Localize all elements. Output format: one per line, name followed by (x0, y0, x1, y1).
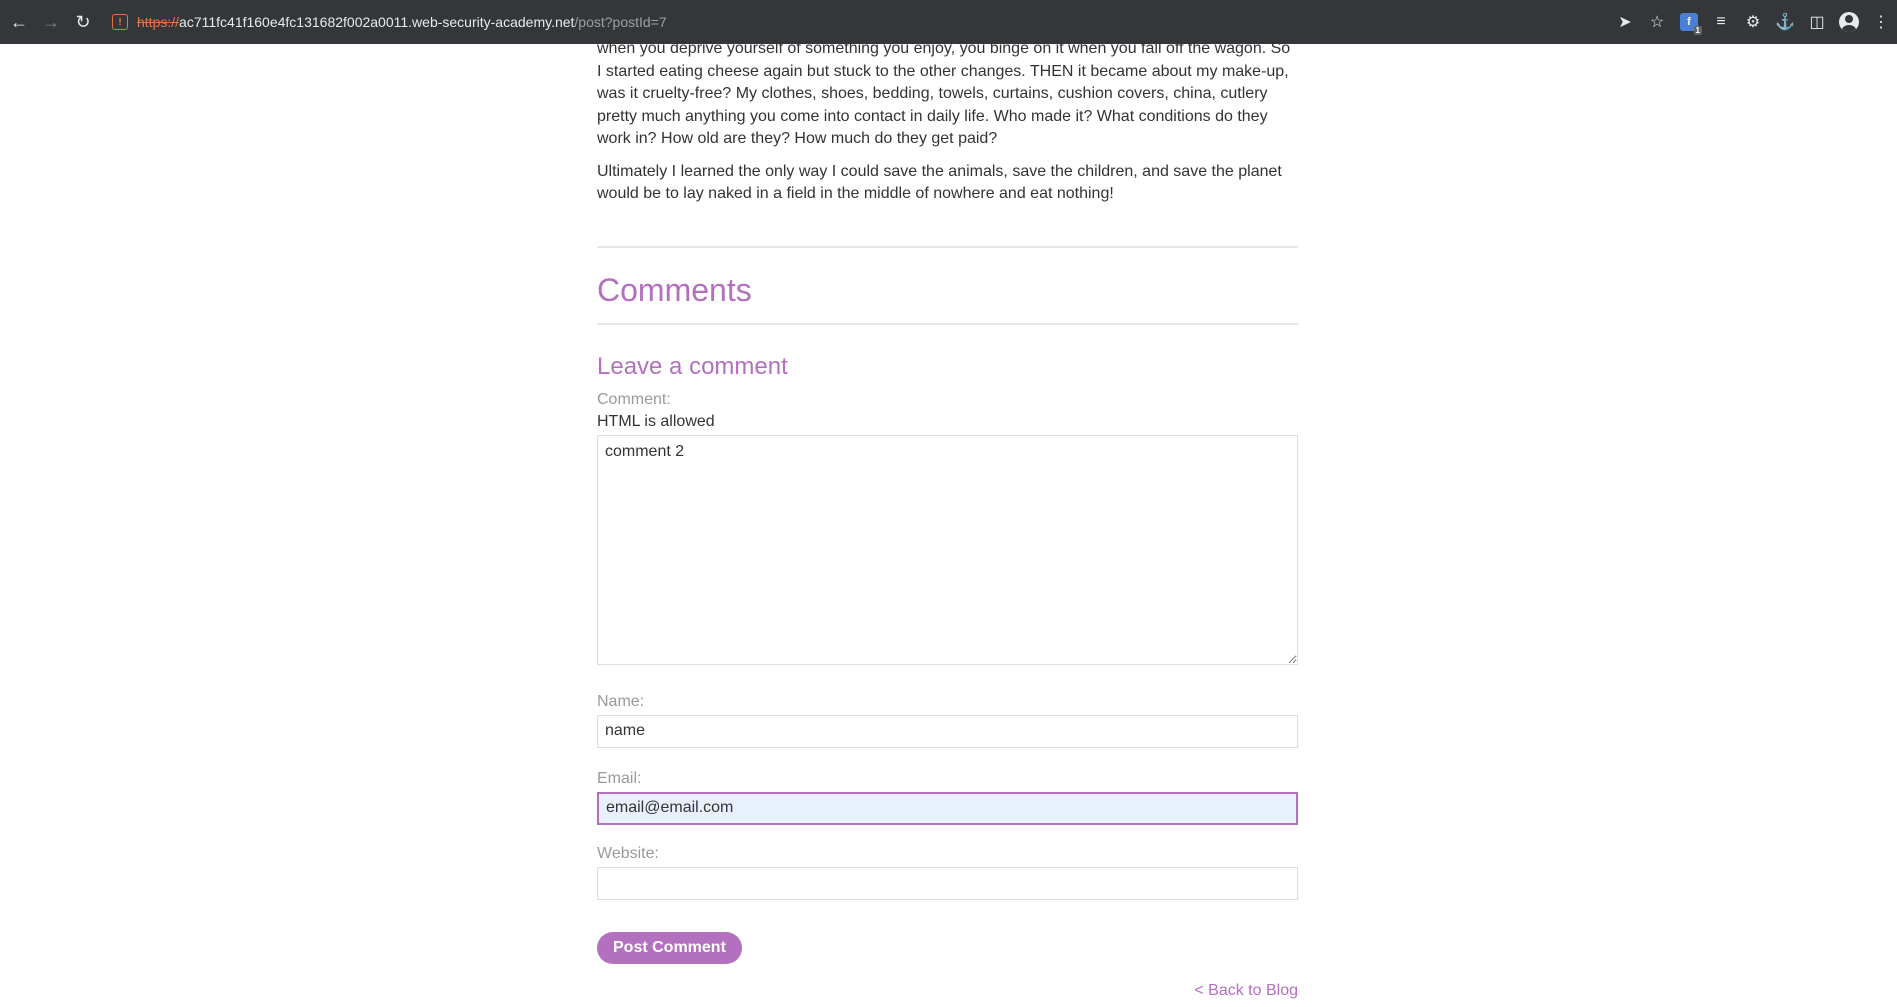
comment-label: Comment: (597, 390, 671, 408)
article-paragraph: when you deprive yourself of something y… (597, 40, 1291, 147)
profile-avatar-icon[interactable] (1833, 12, 1865, 32)
star-bookmark-icon[interactable]: ☆ (1641, 12, 1673, 32)
toolbar-right-icons: ➤ ☆ f1 ≡ ⚙ ⚓ ◫ ⋮ (1609, 0, 1897, 44)
article-body: when you deprive yourself of something y… (597, 38, 1298, 206)
side-panel-icon[interactable]: ◫ (1801, 12, 1833, 32)
comment-form: Comment: HTML is allowed comment 2 Name:… (597, 391, 1298, 964)
extension-badge-count: 1 (1693, 26, 1702, 35)
nav-buttons: ← → ↻ (4, 7, 98, 37)
back-to-blog-link[interactable]: < Back to Blog (1194, 982, 1298, 1000)
forward-arrow-icon[interactable]: → (36, 7, 66, 37)
not-secure-icon[interactable]: ! (112, 14, 128, 30)
article-paragraph: Ultimately I learned the only way I coul… (597, 162, 1282, 203)
address-bar[interactable]: ! https:// ac711fc41f160e4fc131682f002a0… (112, 7, 667, 37)
extension-badge-icon[interactable]: f1 (1673, 13, 1705, 35)
back-arrow-icon[interactable]: ← (4, 7, 34, 37)
extension-badge-letter: f (1687, 16, 1691, 28)
email-input[interactable] (597, 791, 1298, 825)
list-extension-icon[interactable]: ≡ (1705, 13, 1737, 31)
blog-post-content: when you deprive yourself of something y… (597, 36, 1298, 1004)
email-label: Email: (597, 769, 642, 787)
html-allowed-note: HTML is allowed (597, 412, 715, 430)
send-icon[interactable]: ➤ (1609, 12, 1641, 32)
comment-textarea[interactable]: comment 2 (597, 434, 1298, 665)
menu-kebab-icon[interactable]: ⋮ (1865, 12, 1897, 32)
flask-icon[interactable]: ⚓ (1769, 12, 1801, 32)
comments-heading: Comments (597, 271, 752, 308)
name-input[interactable] (597, 714, 1298, 748)
puzzle-extensions-icon[interactable]: ⚙ (1737, 12, 1769, 32)
leave-comment-heading: Leave a comment (597, 352, 788, 380)
reload-icon[interactable]: ↻ (68, 7, 98, 37)
post-comment-button[interactable]: Post Comment (597, 931, 742, 964)
website-input[interactable] (597, 866, 1298, 900)
name-label: Name: (597, 692, 645, 710)
website-label: Website: (597, 844, 659, 862)
url-scheme: https:// (137, 14, 180, 30)
url-path: /post?postId=7 (574, 14, 667, 30)
url-host: ac711fc41f160e4fc131682f002a0011.web-sec… (179, 14, 575, 30)
